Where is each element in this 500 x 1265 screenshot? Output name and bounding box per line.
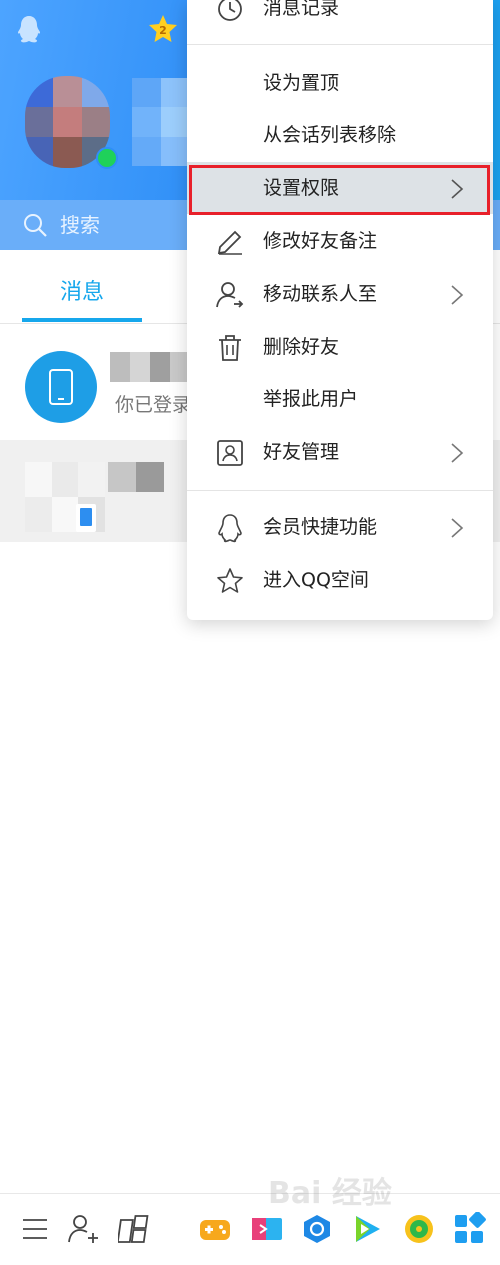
game-icon[interactable]	[198, 1212, 232, 1246]
menu-item-qzone[interactable]: 进入QQ空间	[187, 554, 493, 606]
device-avatar	[25, 351, 97, 423]
menu-item-vip-shortcuts[interactable]: 会员快捷功能	[187, 501, 493, 553]
mobile-online-icon	[76, 504, 96, 532]
move-contact-icon	[216, 282, 244, 308]
menu-item-label: 从会话列表移除	[263, 124, 397, 146]
menu-item-delete-friend[interactable]: 删除好友	[187, 321, 493, 373]
clock-icon	[218, 0, 242, 21]
search-placeholder: 搜索	[60, 213, 100, 237]
user-nickname	[132, 78, 190, 166]
menu-divider	[187, 490, 493, 491]
screen-share-icon[interactable]	[250, 1212, 284, 1246]
menu-item-label: 移动联系人至	[263, 283, 378, 305]
vip-star-icon[interactable]: 2	[148, 14, 178, 44]
conversation-title	[110, 352, 190, 382]
menu-divider	[187, 44, 493, 45]
menu-item-label: 删除好友	[263, 336, 340, 358]
menu-item-label: 消息记录	[263, 0, 340, 19]
tab-active-indicator	[22, 318, 142, 322]
weiyun-cloud-icon[interactable]	[300, 1212, 334, 1246]
annotation-highlight-box	[189, 165, 490, 215]
menu-item-move-contact[interactable]: 移动联系人至	[187, 268, 493, 320]
tab-messages[interactable]: 消息	[22, 250, 142, 324]
qq-penguin-icon[interactable]	[16, 14, 42, 46]
app-store-icon[interactable]	[452, 1212, 486, 1246]
tencent-video-icon[interactable]	[350, 1212, 384, 1246]
contact-name	[108, 462, 164, 492]
menu-item-message-history[interactable]: 消息记录	[187, 0, 493, 34]
watermark-text: Bai 经验	[268, 1176, 392, 1211]
menu-item-report-user[interactable]: 举报此用户	[187, 373, 493, 425]
star-icon	[217, 568, 243, 593]
trash-icon	[219, 335, 241, 361]
context-menu: 消息记录 设为置顶 从会话列表移除 设置权限 修改好友备注 移动联系人至 删除好…	[187, 0, 493, 620]
menu-item-pin-top[interactable]: 设为置顶	[187, 57, 493, 109]
chevron-right-icon	[451, 518, 464, 538]
menu-item-label: 会员快捷功能	[263, 516, 378, 538]
menu-item-friend-management[interactable]: 好友管理	[187, 426, 493, 478]
penguin-icon	[218, 514, 242, 543]
online-status-dot	[96, 147, 118, 169]
conversation-subtitle: 你已登录	[115, 394, 192, 416]
menu-item-label: 设为置顶	[263, 72, 340, 94]
menu-item-label: 进入QQ空间	[263, 569, 369, 591]
contact-card-icon	[217, 440, 243, 466]
baidu-watermark: Bai 经验	[268, 1168, 468, 1211]
add-friend-icon[interactable]	[66, 1212, 100, 1246]
phone-icon	[49, 369, 73, 405]
search-icon	[24, 214, 47, 237]
main-menu-icon[interactable]	[18, 1212, 52, 1246]
app-manager-icon[interactable]	[118, 1212, 152, 1246]
tab-messages-label: 消息	[59, 280, 104, 305]
menu-item-label: 举报此用户	[263, 388, 359, 410]
menu-item-label: 修改好友备注	[263, 230, 378, 252]
vip-level-text: 2	[159, 24, 167, 37]
music-icon[interactable]	[402, 1212, 436, 1246]
menu-item-label: 好友管理	[263, 441, 340, 463]
chevron-right-icon	[451, 443, 464, 463]
menu-item-edit-remark[interactable]: 修改好友备注	[187, 215, 493, 267]
chevron-right-icon	[451, 285, 464, 305]
menu-item-remove-from-list[interactable]: 从会话列表移除	[187, 109, 493, 161]
pencil-icon	[217, 230, 242, 255]
